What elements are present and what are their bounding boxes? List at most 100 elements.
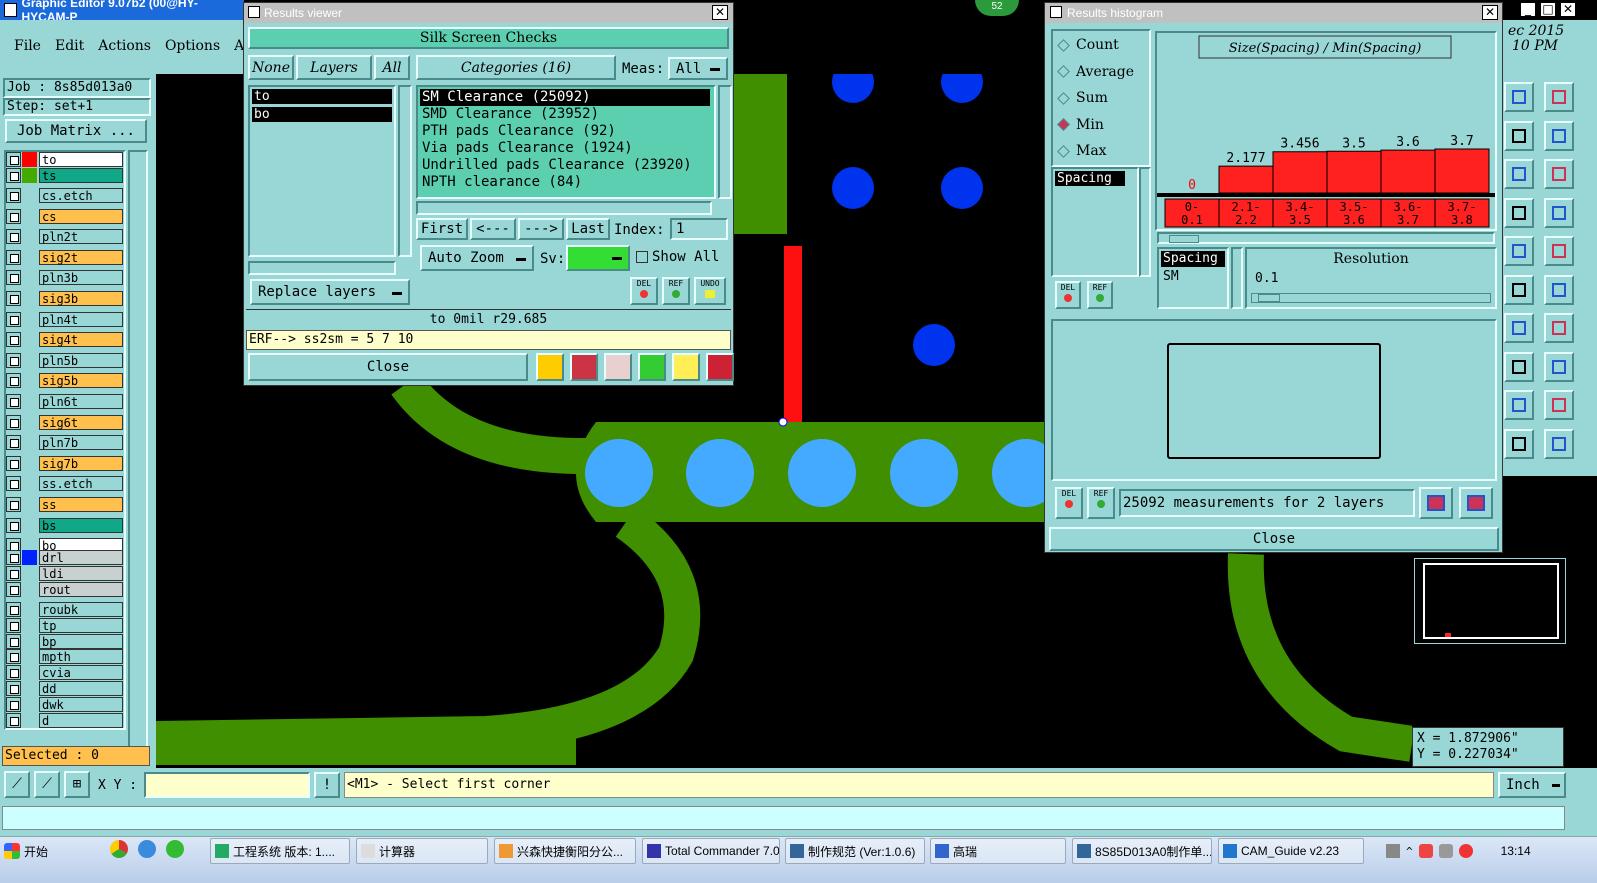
slider-thumb[interactable]	[1258, 294, 1280, 302]
layer-checkbox[interactable]	[6, 476, 21, 492]
auto-zoom-dropdown[interactable]: Auto Zoom	[420, 245, 534, 271]
layer-color-swatch[interactable]	[22, 566, 37, 581]
layer-row-d[interactable]: d	[6, 712, 123, 728]
layer-checkbox[interactable]	[6, 414, 21, 430]
number-icon[interactable]	[638, 353, 666, 381]
layer-row-drl[interactable]: drl	[6, 550, 123, 565]
taskbar-item[interactable]: 兴森快捷衡阳分公...	[494, 838, 636, 864]
histogram-hscroll[interactable]	[1157, 232, 1495, 244]
taskbar-item[interactable]: 工程系统 版本: 1....	[210, 838, 350, 864]
layer-color-swatch[interactable]	[22, 712, 37, 728]
layer-checkbox[interactable]	[6, 229, 21, 245]
ref-button[interactable]: REF	[662, 277, 690, 305]
layer-row-sig5b[interactable]: sig5b	[6, 373, 123, 389]
layer-checkbox[interactable]	[6, 602, 21, 617]
layer-color-swatch[interactable]	[22, 152, 37, 167]
layer-row-to[interactable]: to	[6, 152, 123, 167]
app-shortcut-icon[interactable]	[166, 840, 184, 858]
xy-input[interactable]	[144, 772, 310, 798]
layer-row-sig6t[interactable]: sig6t	[6, 414, 123, 430]
layer-checkbox[interactable]	[6, 696, 21, 712]
zoom-back-icon[interactable]	[1459, 487, 1493, 519]
grid-icon[interactable]: ⊞	[64, 771, 90, 798]
categories-button[interactable]: Categories (16)	[416, 55, 616, 80]
layer-color-swatch[interactable]	[22, 352, 37, 368]
replace-layers-dropdown[interactable]: Replace layers	[250, 279, 410, 305]
layer-row-bs[interactable]: bs	[6, 517, 123, 533]
snap-icon[interactable]: ⟋	[4, 771, 30, 798]
layer-checkbox[interactable]	[6, 712, 21, 728]
taskbar-item[interactable]: 制作规范 (Ver:1.0.6)	[785, 838, 925, 864]
ruler-icon[interactable]	[1504, 236, 1534, 266]
layer-color-swatch[interactable]	[22, 332, 37, 348]
show-all-checkbox[interactable]	[636, 251, 648, 263]
histogram-bar[interactable]	[1272, 151, 1328, 194]
maximize-icon[interactable]: □	[1540, 2, 1556, 17]
help-icon[interactable]	[1544, 159, 1574, 189]
layer-row-ldi[interactable]: ldi	[6, 566, 123, 581]
hist-ref-button[interactable]: REF	[1087, 487, 1115, 519]
category-item[interactable]: Undrilled pads Clearance (23920)	[420, 157, 712, 174]
layer-row-sig2t[interactable]: sig2t	[6, 249, 123, 265]
layer-scrollbar[interactable]	[128, 150, 148, 750]
stat-option-count[interactable]: Count	[1057, 37, 1119, 53]
menu-file[interactable]: File	[14, 38, 41, 54]
spacing-type-item[interactable]: SM	[1161, 269, 1225, 285]
tray-network-icon[interactable]	[1386, 844, 1400, 858]
layers-button[interactable]: Layers	[296, 55, 372, 80]
viewer-layer-item-bo[interactable]: bo	[252, 107, 392, 122]
layer-color-swatch[interactable]	[22, 665, 37, 681]
layer-checkbox[interactable]	[6, 270, 21, 286]
area2-icon[interactable]	[1544, 390, 1574, 420]
layer-row-tp[interactable]: tp	[6, 617, 123, 633]
hist-del-button[interactable]: DEL	[1055, 487, 1083, 519]
viewer-close-button[interactable]: Close	[248, 353, 528, 381]
layer-color-swatch[interactable]	[22, 455, 37, 471]
layer-checkbox[interactable]	[6, 394, 21, 409]
rotate-icon[interactable]	[1504, 313, 1534, 343]
layer-checkbox[interactable]	[6, 291, 21, 306]
tray-flag-icon[interactable]	[1458, 844, 1473, 858]
layer-color-swatch[interactable]	[22, 394, 37, 409]
layer-color-swatch[interactable]	[22, 633, 37, 649]
taskbar-item[interactable]: 高瑞	[930, 838, 1066, 864]
snake-icon[interactable]	[1544, 120, 1574, 151]
stat-option-min[interactable]: Min	[1057, 117, 1104, 133]
menu-options[interactable]: Options	[165, 38, 220, 54]
radio-diamond-icon[interactable]	[1057, 144, 1070, 158]
viewer-layer-vscroll[interactable]	[398, 85, 412, 257]
histogram-close-button[interactable]: Close	[1049, 527, 1499, 551]
layer-color-swatch[interactable]	[22, 497, 37, 512]
delete-marker-icon[interactable]	[604, 353, 632, 381]
next-button[interactable]: --->	[518, 218, 564, 240]
close-icon[interactable]: ✕	[1560, 2, 1576, 17]
edit-icon[interactable]	[1504, 159, 1534, 189]
route-icon[interactable]	[1504, 274, 1534, 305]
layer-checkbox[interactable]	[6, 352, 21, 368]
highlight-icon[interactable]	[536, 353, 564, 381]
layer-checkbox[interactable]	[6, 152, 21, 167]
layer-checkbox[interactable]	[6, 649, 21, 665]
layer-row-cs-etch[interactable]: cs.etch	[6, 188, 123, 203]
layer-row-mpth[interactable]: mpth	[6, 649, 123, 665]
stat-option-average[interactable]: Average	[1057, 64, 1134, 80]
category-item[interactable]: PTH pads Clearance (92)	[420, 123, 712, 140]
radio-diamond-icon[interactable]	[1057, 38, 1070, 52]
layer-row-sig7b[interactable]: sig7b	[6, 455, 123, 471]
all-button[interactable]: All	[374, 55, 410, 80]
layer-color-swatch[interactable]	[22, 435, 37, 451]
layer-row-cvia[interactable]: cvia	[6, 665, 123, 681]
mini-map[interactable]	[1414, 558, 1566, 644]
layer-checkbox[interactable]	[6, 188, 21, 203]
layer-checkbox[interactable]	[6, 681, 21, 696]
sv-color-dropdown[interactable]	[566, 245, 630, 271]
pointer2-icon[interactable]	[1544, 428, 1574, 459]
taskbar-item[interactable]: CAM_Guide v2.23	[1218, 838, 1364, 864]
area-icon[interactable]	[1504, 390, 1534, 420]
layer-color-swatch[interactable]	[22, 249, 37, 265]
last-button[interactable]: Last	[566, 218, 610, 240]
layer-row-dwk[interactable]: dwk	[6, 696, 123, 712]
menu-actions[interactable]: Actions	[98, 38, 151, 54]
layer-row-sig4t[interactable]: sig4t	[6, 332, 123, 348]
layer-checkbox[interactable]	[6, 332, 21, 348]
